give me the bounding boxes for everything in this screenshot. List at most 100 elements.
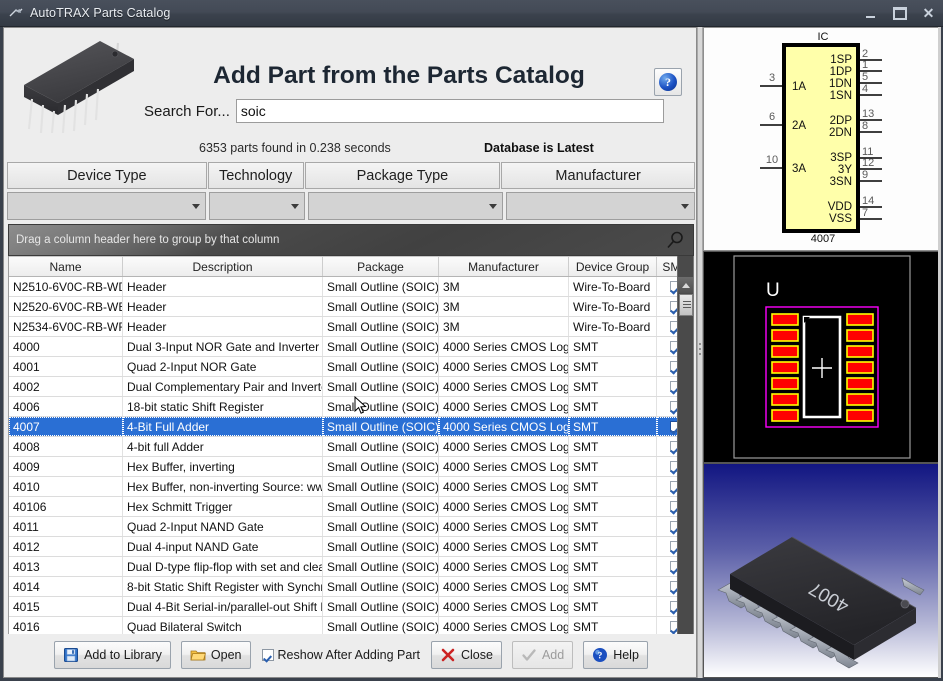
tab-package-type[interactable]: Package Type (304, 162, 501, 189)
window-controls: ✕ (856, 0, 943, 26)
cell-device_group: SMT (569, 357, 657, 376)
table-row[interactable]: 4007 4-Bit Full Adder Small Outline (SOIC)… (9, 417, 693, 437)
table-row[interactable]: N2510-6V0C-RB-WD Header Small Outline (SOI… (9, 277, 693, 297)
cell-name: 4000 (9, 337, 123, 356)
model-3d-preview[interactable]: 4007 (703, 463, 941, 678)
add-button[interactable]: Add (511, 640, 574, 669)
package-type-filter[interactable] (307, 192, 503, 220)
grid-column-header-device_group[interactable]: Device Group (569, 257, 657, 276)
tab-technology[interactable]: Technology (207, 162, 304, 189)
device-type-filter[interactable] (7, 192, 207, 220)
schematic-bottom-label: 4007 (810, 233, 836, 245)
pcb-footprint-preview[interactable]: U (703, 251, 941, 463)
table-row[interactable]: 4011 Quad 2-Input NAND Gate Small Outline … (9, 517, 693, 537)
table-row[interactable]: 4010 Hex Buffer, non-inverting Source: ww… (9, 477, 693, 497)
table-row[interactable]: 4006 18-bit static Shift Register Small Ou… (9, 397, 693, 417)
cell-name: 4013 (9, 557, 123, 576)
cell-name: 4006 (9, 397, 123, 416)
grid-column-header-name[interactable]: Name (9, 257, 123, 276)
cell-device_group: SMT (569, 537, 657, 556)
search-input[interactable]: soic (235, 99, 664, 123)
preview-panel: IC 4007 3 6 10 1A 2A 3A 2 1 5 4 13 8 11 … (703, 27, 941, 678)
soic-3d-model: 4007 (704, 464, 940, 677)
add-to-library-button[interactable]: Add to Library (54, 640, 171, 669)
grey-check-icon (521, 647, 537, 663)
cell-description: Quad 2-Input NOR Gate (123, 357, 323, 376)
cell-device_group: SMT (569, 597, 657, 616)
table-row[interactable]: 40106 Hex Schmitt Trigger Small Outline (S… (9, 497, 693, 517)
page-title: Add Part from the Parts Catalog (213, 62, 585, 89)
svg-text:1SN: 1SN (830, 90, 852, 102)
cell-name: 4009 (9, 457, 123, 476)
table-row[interactable]: 4008 4-bit full Adder Small Outline (SOIC)… (9, 437, 693, 457)
grid-column-header-package[interactable]: Package (323, 257, 439, 276)
cell-device_group: SMT (569, 457, 657, 476)
svg-text:1A: 1A (792, 81, 806, 93)
table-row[interactable]: 4014 8-bit Static Shift Register with Syn… (9, 577, 693, 597)
manufacturer-filter[interactable] (505, 192, 695, 220)
cell-description: Hex Schmitt Trigger (123, 497, 323, 516)
table-row[interactable]: N2520-6V0C-RB-WE Header Small Outline (SOI… (9, 297, 693, 317)
cell-manufacturer: 3M (439, 277, 569, 296)
cell-name: 4012 (9, 537, 123, 556)
table-row[interactable]: 4000 Dual 3-Input NOR Gate and Inverter Sm… (9, 337, 693, 357)
cell-device_group: Wire-To-Board (569, 297, 657, 316)
svg-text:6: 6 (769, 111, 775, 123)
help-button[interactable]: ? Help (583, 640, 648, 669)
cell-device_group: SMT (569, 517, 657, 536)
table-row[interactable]: 4001 Quad 2-Input NOR Gate Small Outline (… (9, 357, 693, 377)
table-row[interactable]: 4013 Dual D-type flip-flop with set and c… (9, 557, 693, 577)
tab-device-type[interactable]: Device Type (7, 162, 207, 189)
help-icon-button[interactable]: ? (654, 68, 682, 96)
close-window-button[interactable]: ✕ (914, 0, 943, 26)
table-row[interactable]: 4012 Dual 4-input NAND Gate Small Outline … (9, 537, 693, 557)
table-row[interactable]: 4002 Dual Complementary Pair and Inverter… (9, 377, 693, 397)
cell-package: Small Outline (SOIC) (323, 417, 439, 436)
close-button[interactable]: Close (430, 640, 502, 669)
app-window: AutoTRAX Parts Catalog ✕ Add Part from t… (0, 0, 943, 681)
client-area: Add Part from the Parts Catalog ? Search… (0, 27, 943, 681)
svg-text:1: 1 (862, 59, 868, 71)
technology-filter[interactable] (209, 192, 305, 220)
cell-name: 4001 (9, 357, 123, 376)
table-row[interactable]: 4015 Dual 4-Bit Serial-in/parallel-out Sh… (9, 597, 693, 617)
grid-column-header-manufacturer[interactable]: Manufacturer (439, 257, 569, 276)
table-row[interactable]: N2534-6V0C-RB-WF Header Small Outline (SOI… (9, 317, 693, 337)
reshow-after-adding-checkbox[interactable]: Reshow After Adding Part (261, 648, 420, 662)
cell-description: Dual D-type flip-flop with set and clear (123, 557, 323, 576)
cell-manufacturer: 4000 Series CMOS Logic (439, 557, 569, 576)
tab-manufacturer[interactable]: Manufacturer (501, 162, 695, 189)
grid-vertical-scrollbar[interactable] (677, 256, 693, 667)
open-button[interactable]: Open (180, 640, 251, 669)
magnifier-icon[interactable] (665, 230, 685, 252)
cell-name: 4007 (9, 417, 123, 436)
minimize-button[interactable] (856, 0, 885, 26)
schematic-preview[interactable]: IC 4007 3 6 10 1A 2A 3A 2 1 5 4 13 8 11 … (703, 27, 941, 251)
tab-label: Package Type (356, 167, 449, 184)
preview-scroll-strip[interactable] (938, 27, 941, 678)
cell-description: Dual 3-Input NOR Gate and Inverter (123, 337, 323, 356)
cell-name: 4014 (9, 577, 123, 596)
cell-package: Small Outline (SOIC) (323, 497, 439, 516)
search-label: Search For... (144, 102, 230, 120)
group-by-panel[interactable]: Drag a column header here to group by th… (8, 224, 694, 256)
cell-manufacturer: 4000 Series CMOS Logic (439, 577, 569, 596)
table-row[interactable]: 4009 Hex Buffer, inverting Small Outline (… (9, 457, 693, 477)
checkbox-icon (261, 648, 274, 661)
scrollbar-thumb[interactable] (679, 294, 693, 316)
maximize-button[interactable] (885, 0, 914, 26)
cell-name: N2534-6V0C-RB-WF (9, 317, 123, 336)
scroll-up-button[interactable] (678, 277, 693, 293)
button-label: Open (210, 647, 242, 662)
grid-column-header-description[interactable]: Description (123, 257, 323, 276)
cell-manufacturer: 4000 Series CMOS Logic (439, 597, 569, 616)
category-tabs: Device Type Technology Package Type Manu… (7, 162, 695, 189)
svg-text:5: 5 (862, 71, 868, 83)
svg-text:3A: 3A (792, 163, 806, 175)
cell-description: Dual 4-Bit Serial-in/parallel-out Shift … (123, 597, 323, 616)
red-x-icon (440, 647, 456, 663)
svg-text:2A: 2A (792, 120, 806, 132)
svg-text:12: 12 (862, 157, 874, 169)
cell-name: N2520-6V0C-RB-WE (9, 297, 123, 316)
cell-name: 4015 (9, 597, 123, 616)
